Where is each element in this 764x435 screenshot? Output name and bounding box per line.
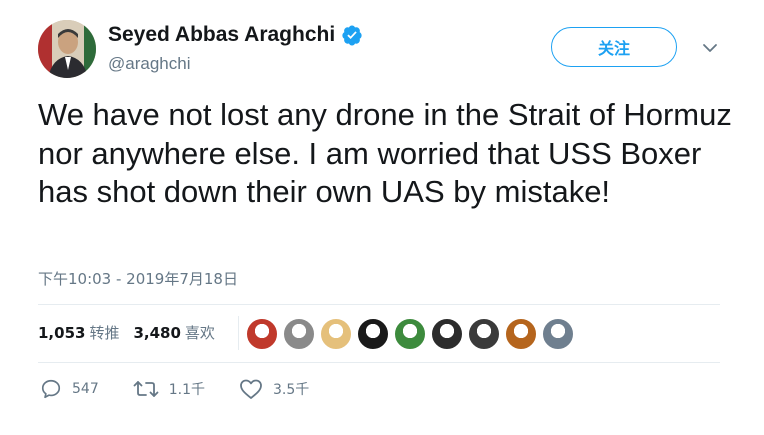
divider <box>38 362 720 363</box>
retweet-icon[interactable] <box>133 378 159 400</box>
avatar[interactable] <box>38 20 96 78</box>
chevron-down-icon[interactable] <box>702 42 718 54</box>
liker-avatar-7[interactable] <box>468 318 500 350</box>
liker-avatar-3[interactable] <box>320 318 352 350</box>
liker-avatar-5[interactable] <box>394 318 426 350</box>
follow-button[interactable]: 关注 <box>551 27 677 67</box>
user-handle[interactable]: @araghchi <box>108 54 190 74</box>
likers-avatar-list <box>241 318 574 350</box>
retweet-action[interactable]: 1.1千 <box>133 378 205 400</box>
divider <box>38 304 720 305</box>
likes-count[interactable]: 3,480 <box>133 324 180 342</box>
heart-icon[interactable] <box>239 378 263 400</box>
liker-avatar-8[interactable] <box>505 318 537 350</box>
retweets-count[interactable]: 1,053 <box>38 324 85 342</box>
likes-label[interactable]: 喜欢 <box>185 322 215 343</box>
reply-count: 547 <box>72 381 99 397</box>
liker-avatar-9[interactable] <box>542 318 574 350</box>
user-name-row[interactable]: Seyed Abbas Araghchi <box>108 23 363 47</box>
liker-avatar-1[interactable] <box>246 318 278 350</box>
liker-avatar-4[interactable] <box>357 318 389 350</box>
retweet-count: 1.1千 <box>168 382 205 398</box>
avatar-photo <box>38 20 96 78</box>
tweet-text: We have not lost any drone in the Strait… <box>38 97 732 209</box>
tweet-actions: 547 1.1千 3.5千 <box>40 378 343 400</box>
liker-avatar-6[interactable] <box>431 318 463 350</box>
liker-avatar-2[interactable] <box>283 318 315 350</box>
reply-icon[interactable] <box>40 378 62 400</box>
reply-action[interactable]: 547 <box>40 378 99 400</box>
engagement-stats: 1,053 转推 3,480 喜欢 <box>38 322 229 343</box>
stats-separator <box>238 316 239 350</box>
verified-badge-icon <box>342 25 362 46</box>
retweets-label[interactable]: 转推 <box>89 322 119 343</box>
like-count: 3.5千 <box>273 382 310 398</box>
like-action[interactable]: 3.5千 <box>239 378 309 400</box>
display-name[interactable]: Seyed Abbas Araghchi <box>108 23 335 47</box>
tweet-timestamp[interactable]: 下午10:03 - 2019年7月18日 <box>38 268 238 289</box>
